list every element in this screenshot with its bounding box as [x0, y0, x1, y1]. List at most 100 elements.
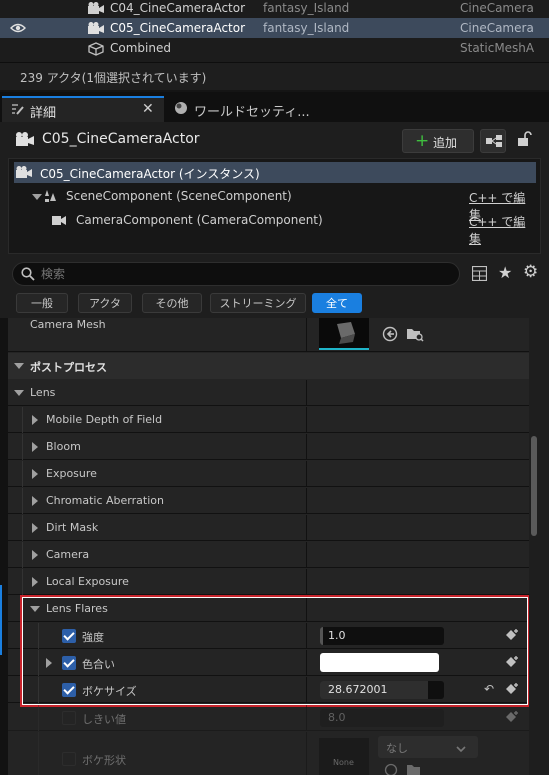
threshold-override-checkbox[interactable] [62, 711, 76, 725]
filter-actor[interactable]: アクタ [78, 293, 132, 313]
search-input[interactable] [41, 266, 441, 282]
column-divider [306, 542, 307, 567]
browse-folder-icon[interactable] [406, 326, 424, 345]
lens-subgroup-row[interactable]: Bloom [8, 434, 529, 460]
section-title: ポストプロセス [30, 361, 107, 374]
column-divider [306, 705, 307, 730]
bokeh-shape-override-checkbox[interactable] [62, 752, 76, 766]
search-icon [21, 267, 35, 284]
unlock-icon[interactable] [516, 131, 532, 150]
scrollbar-track[interactable] [529, 318, 541, 775]
scrollbar-thumb[interactable] [531, 436, 537, 536]
lens-subgroup-row[interactable]: Exposure [8, 461, 529, 487]
outliner-row-selected[interactable]: C05_CineCameraActor fantasy_Island CineC… [0, 18, 549, 38]
keyframe-diamond-icon[interactable] [504, 710, 520, 729]
video-camera-icon [52, 215, 66, 229]
blueprint-icon [486, 135, 502, 150]
world-globe-icon [174, 101, 188, 118]
table-view-icon[interactable] [471, 265, 488, 284]
indent-guide [38, 732, 39, 775]
component-row[interactable]: CameraComponent (CameraComponent) C++ で編… [14, 210, 536, 246]
subgroup-label: Mobile Depth of Field [46, 413, 163, 426]
filter-label: 全て [326, 297, 348, 310]
actor-count-text: 239 アクタ(1個選択されています) [20, 71, 207, 85]
close-tab-icon[interactable]: ✕ [142, 101, 154, 117]
bokeh-shape-row: ボケ形状 None なし [8, 732, 529, 775]
expand-arrow-icon[interactable] [32, 550, 38, 560]
threshold-field[interactable]: 8.0 [320, 709, 444, 727]
expand-arrow-icon[interactable] [32, 523, 38, 533]
favorite-star-icon[interactable]: ★ [498, 263, 512, 282]
add-label: 追加 [433, 136, 458, 150]
outliner-status-bar: 239 アクタ(1個選択されています) [0, 62, 549, 90]
edit-in-cpp-link[interactable]: C++ で編集 [469, 213, 536, 247]
outliner-row-name: Combined [110, 41, 171, 55]
collapse-arrow-icon[interactable] [14, 390, 24, 396]
lens-group-row[interactable]: Lens [8, 380, 529, 406]
outliner-row-name: C05_CineCameraActor [110, 21, 246, 35]
filter-label: アクタ [88, 297, 121, 310]
camera-actor-icon [88, 2, 104, 14]
outliner-row-name: C04_CineCameraActor [110, 1, 246, 15]
threshold-row: しきい値 8.0 [8, 705, 529, 731]
subgroup-label: Bloom [46, 440, 81, 453]
use-selected-asset-icon[interactable] [382, 326, 398, 345]
settings-gear-icon[interactable]: ⚙ [523, 262, 538, 282]
camera-actor-icon [16, 166, 32, 181]
outliner-row[interactable]: Combined StaticMeshA [0, 38, 549, 58]
subgroup-label: Dirt Mask [46, 521, 99, 534]
tab-details[interactable]: 詳細 ✕ [2, 96, 164, 122]
chevron-down-icon [456, 742, 466, 756]
filter-general[interactable]: 一般 [16, 293, 68, 313]
expand-arrow-icon[interactable] [32, 194, 42, 200]
use-selected-asset-icon[interactable] [384, 763, 398, 775]
threshold-value: 8.0 [328, 711, 346, 724]
indent-guide [22, 569, 23, 595]
left-edge-strip [0, 318, 8, 775]
section-postprocess[interactable]: ポストプロセス [8, 353, 529, 379]
subgroup-label: Camera [46, 548, 90, 561]
component-row-label: CameraComponent (CameraComponent) [76, 213, 323, 227]
indent-guide [22, 461, 23, 487]
browse-folder-icon[interactable] [406, 763, 422, 775]
left-edge-accent [0, 585, 2, 655]
visibility-eye-icon[interactable] [10, 22, 26, 37]
static-mesh-icon [88, 42, 104, 56]
add-component-button[interactable]: + 追加 [402, 129, 474, 153]
indent-guide [22, 542, 23, 568]
expand-arrow-icon[interactable] [32, 469, 38, 479]
indent-guide [22, 488, 23, 514]
component-root-row[interactable]: C05_CineCameraActor (インスタンス) [14, 162, 536, 183]
lens-subgroup-row[interactable]: Local Exposure [8, 569, 529, 595]
bokeh-shape-thumbnail[interactable]: None [319, 738, 369, 775]
outliner-row[interactable]: C04_CineCameraActor fantasy_Island CineC… [0, 0, 549, 18]
column-divider [306, 318, 307, 351]
expand-arrow-icon[interactable] [32, 442, 38, 452]
filter-all[interactable]: 全て [312, 293, 362, 313]
mesh-thumbnail[interactable] [319, 318, 369, 350]
filter-other[interactable]: その他 [142, 293, 202, 313]
indent-guide [22, 434, 23, 460]
expand-arrow-icon[interactable] [32, 577, 38, 587]
expand-arrow-icon[interactable] [32, 415, 38, 425]
lens-subgroup-row[interactable]: Mobile Depth of Field [8, 407, 529, 433]
outliner-row-type: StaticMeshA [460, 41, 535, 55]
camera-actor-icon [88, 22, 104, 34]
component-row[interactable]: SceneComponent (SceneComponent) C++ で編集 [14, 186, 536, 222]
tab-world-settings[interactable]: ワールドセッティ... [166, 96, 310, 122]
lens-subgroup-row[interactable]: Chromatic Aberration [8, 488, 529, 514]
camera-mesh-row: Camera Mesh [8, 318, 529, 352]
blueprint-button[interactable] [480, 129, 506, 153]
lens-subgroup-row[interactable]: Camera [8, 542, 529, 568]
lens-subgroup-row[interactable]: Dirt Mask [8, 515, 529, 541]
component-root-label: C05_CineCameraActor (インスタンス) [40, 167, 260, 181]
bokeh-shape-selected: なし [386, 742, 408, 755]
filter-streaming[interactable]: ストリーミング [210, 293, 306, 313]
indent-guide [22, 515, 23, 541]
lens-label: Lens [30, 386, 56, 399]
collapse-arrow-icon[interactable] [14, 363, 24, 369]
search-box[interactable] [12, 262, 460, 286]
expand-arrow-icon[interactable] [32, 496, 38, 506]
bokeh-shape-dropdown[interactable]: なし [378, 736, 478, 758]
tab-world-label: ワールドセッティ... [194, 105, 310, 120]
